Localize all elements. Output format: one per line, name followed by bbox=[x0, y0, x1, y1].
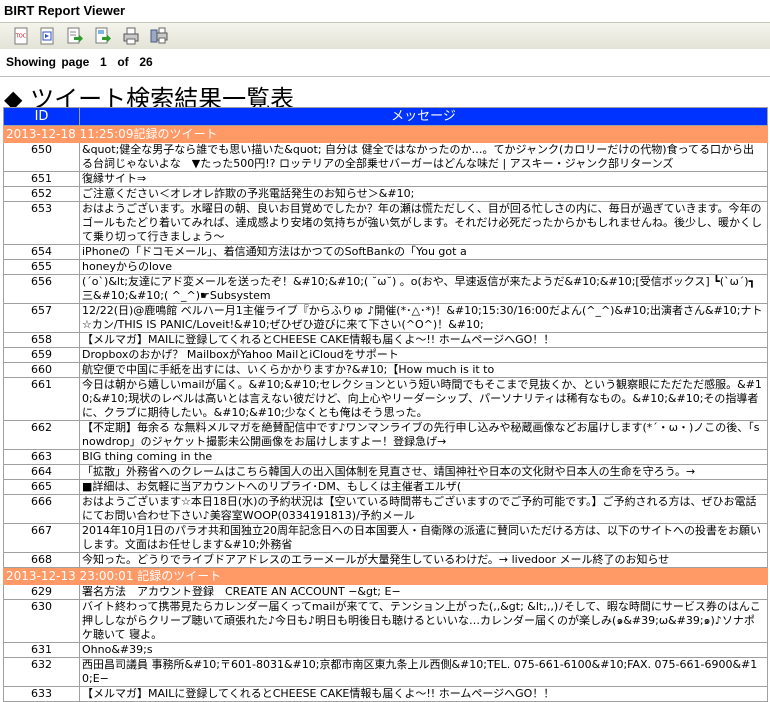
table-row: 660 航空便で中国に手紙を出すには、いくらかかりますか?&#10;【How mu… bbox=[3, 362, 768, 378]
toc-icon[interactable]: TOC bbox=[12, 27, 30, 45]
page-indicator: Showing page 1 of 26 bbox=[6, 55, 153, 69]
row-message: 西田昌司議員 事務所&#10;〒601-8031&#10;京都市南区東九条上ル西… bbox=[79, 657, 768, 687]
group-header-label: 2013-12-13 23:00:01 記録のツイート bbox=[3, 567, 768, 585]
row-id: 630 bbox=[3, 599, 80, 643]
table-row: 668 今知った。どうりでライブドアアドレスのエラーメールが大量発生しているわけだ… bbox=[3, 552, 768, 568]
table-row: 663 BIG thing coming in the bbox=[3, 449, 768, 465]
row-message: おはようございます☆本日18日(水)の予約状況は【空いている時間帯もございますの… bbox=[79, 494, 768, 524]
table-row: 654 iPhoneの「ドコモメール」、着信通知方法はかつてのSoftBankの「… bbox=[3, 244, 768, 260]
table-row: 659 Dropboxのおかげ？ MailboxがYahoo MailとiClou… bbox=[3, 347, 768, 363]
row-id: 661 bbox=[3, 377, 80, 421]
row-message: 今知った。どうりでライブドアアドレスのエラーメールが大量発生しているわけだ。→ … bbox=[79, 552, 768, 568]
table-row: 656 (´o`)&lt;友達にアド変メールを送ったぞ！&#10;&#10;( ˘… bbox=[3, 274, 768, 304]
row-message: 2014年10月1日のパラオ共和国独立20周年記念日への日本国要人・自衛隊の派遣… bbox=[79, 523, 768, 553]
row-message: 「拡散」外務省へのクレームはこちら韓国人の出入国体制を見直させ、靖国神社や日本の… bbox=[79, 464, 768, 480]
table-row: 633 【メルマガ】MAILに登録してくれるとCHEESE CAKE情報も届くよ〜… bbox=[3, 686, 768, 702]
print-icon[interactable] bbox=[122, 27, 140, 45]
table-row: 632 西田昌司議員 事務所&#10;〒601-8031&#10;京都市南区東九条… bbox=[3, 657, 768, 687]
table-row: 652 ご注意ください＜オレオレ詐欺の予兆電話発生のお知らせ＞&#10; bbox=[3, 186, 768, 202]
column-header-id: ID bbox=[3, 107, 80, 126]
table-row: 661 今日は朝から嬉しいmailが届く。&#10;&#10;セレクションという短… bbox=[3, 377, 768, 421]
row-id: 656 bbox=[3, 274, 80, 304]
table-row: 653 おはようございます。水曜日の朝、良いお目覚めでしたか？年の瀬は慌ただしく、… bbox=[3, 201, 768, 245]
row-id: 650 bbox=[3, 142, 80, 172]
group-header-label: 2013-12-18 11:25:09記録のツイート bbox=[3, 125, 768, 143]
table-row: 651 復縁サイト⇒ bbox=[3, 171, 768, 187]
group-header-row: 2013-12-13 23:00:01 記録のツイート bbox=[3, 567, 768, 585]
print-server-icon[interactable] bbox=[150, 27, 168, 45]
row-message: 復縁サイト⇒ bbox=[79, 171, 768, 187]
row-id: 655 bbox=[3, 259, 80, 275]
app-title: BIRT Report Viewer bbox=[4, 3, 126, 18]
row-message: 【メルマガ】MAILに登録してくれるとCHEESE CAKE情報も届くよ〜!! … bbox=[79, 686, 768, 702]
table-header-row: ID メッセージ bbox=[3, 107, 768, 126]
row-message: &quot;健全な男子なら誰でも思い描いた&quot; 自分は 健全ではなかった… bbox=[79, 142, 768, 172]
table-row: 665 ■詳細は、お気軽に当アカウントへのリプライ･DM、もしくは主催者エルザ( bbox=[3, 479, 768, 495]
row-message: 航空便で中国に手紙を出すには、いくらかかりますか?&#10;【How much … bbox=[79, 362, 768, 378]
svg-text:TOC: TOC bbox=[15, 34, 27, 40]
table-row: 666 おはようございます☆本日18日(水)の予約状況は【空いている時間帯もござい… bbox=[3, 494, 768, 524]
row-id: 633 bbox=[3, 686, 80, 702]
row-message: Dropboxのおかげ？ MailboxがYahoo MailとiCloudをサ… bbox=[79, 347, 768, 363]
row-message: honeyからのlove bbox=[79, 259, 768, 275]
page-status-bar: Showing page 1 of 26 bbox=[0, 49, 770, 77]
table-row: 655 honeyからのlove bbox=[3, 259, 768, 275]
table-row: 630 バイト終わって携帯見たらカレンダー届くってmailが来てて、テンション上が… bbox=[3, 599, 768, 643]
row-message: 署名方法 アカウント登録 CREATE AN ACCOUNT −&gt; E− bbox=[79, 584, 768, 600]
table-row: 631 Ohno&#39;s bbox=[3, 642, 768, 658]
row-id: 666 bbox=[3, 494, 80, 524]
row-id: 659 bbox=[3, 347, 80, 363]
row-message: ■詳細は、お気軽に当アカウントへのリプライ･DM、もしくは主催者エルザ( bbox=[79, 479, 768, 495]
row-id: 668 bbox=[3, 552, 80, 568]
row-id: 653 bbox=[3, 201, 80, 245]
row-message: iPhoneの「ドコモメール」、着信通知方法はかつてのSoftBankの「You… bbox=[79, 244, 768, 260]
row-message: 12/22(日)@鹿鳴館 ベルハー月1主催ライブ『からふりゅ ♪開催(*･△･*… bbox=[79, 303, 768, 333]
column-header-message: メッセージ bbox=[79, 107, 768, 126]
row-message: (´o`)&lt;友達にアド変メールを送ったぞ！&#10;&#10;( ˘ω˘)… bbox=[79, 274, 768, 304]
table-row: 664 「拡散」外務省へのクレームはこちら韓国人の出入国体制を見直させ、靖国神社や… bbox=[3, 464, 768, 480]
table-row: 629 署名方法 アカウント登録 CREATE AN ACCOUNT −&gt; … bbox=[3, 584, 768, 600]
row-id: 658 bbox=[3, 332, 80, 348]
row-message: ご注意ください＜オレオレ詐欺の予兆電話発生のお知らせ＞&#10; bbox=[79, 186, 768, 202]
table-row: 658 【メルマガ】MAILに登録してくれるとCHEESE CAKE情報も届くよ〜… bbox=[3, 332, 768, 348]
row-message: バイト終わって携帯見たらカレンダー届くってmailが来てて、テンション上がった(… bbox=[79, 599, 768, 643]
report-content[interactable]: ◆ ツイート検索結果一覧表 ID メッセージ 2013-12-18 11:25:… bbox=[0, 77, 770, 702]
row-id: 654 bbox=[3, 244, 80, 260]
table-row: 657 12/22(日)@鹿鳴館 ベルハー月1主催ライブ『からふりゅ ♪開催(*･… bbox=[3, 303, 768, 333]
export-data-icon[interactable] bbox=[66, 27, 84, 45]
row-id: 652 bbox=[3, 186, 80, 202]
row-id: 660 bbox=[3, 362, 80, 378]
row-message: 【不定期】毎余る な無料メルマガを絶賛配信中です♪ワンマンライブの先行申し込みや… bbox=[79, 420, 768, 450]
toolbar: TOC bbox=[0, 22, 770, 51]
group-header-row: 2013-12-18 11:25:09記録のツイート bbox=[3, 125, 768, 143]
row-id: 632 bbox=[3, 657, 80, 687]
row-id: 664 bbox=[3, 464, 80, 480]
table-row: 650 &quot;健全な男子なら誰でも思い描いた&quot; 自分は 健全ではな… bbox=[3, 142, 768, 172]
export-report-icon[interactable] bbox=[94, 27, 112, 45]
table-row: 662 【不定期】毎余る な無料メルマガを絶賛配信中です♪ワンマンライブの先行申し… bbox=[3, 420, 768, 450]
table-row: 667 2014年10月1日のパラオ共和国独立20周年記念日への日本国要人・自衛隊… bbox=[3, 523, 768, 553]
row-message: 今日は朝から嬉しいmailが届く。&#10;&#10;セレクションという短い時間… bbox=[79, 377, 768, 421]
row-message: Ohno&#39;s bbox=[79, 642, 768, 658]
row-id: 651 bbox=[3, 171, 80, 187]
window-titlebar: BIRT Report Viewer bbox=[0, 0, 770, 22]
row-id: 667 bbox=[3, 523, 80, 553]
row-id: 629 bbox=[3, 584, 80, 600]
row-message: BIG thing coming in the bbox=[79, 449, 768, 465]
row-message: おはようございます。水曜日の朝、良いお目覚めでしたか？年の瀬は慌ただしく、目が回… bbox=[79, 201, 768, 245]
row-id: 663 bbox=[3, 449, 80, 465]
row-id: 657 bbox=[3, 303, 80, 333]
row-id: 665 bbox=[3, 479, 80, 495]
row-id: 631 bbox=[3, 642, 80, 658]
results-table: ID メッセージ 2013-12-18 11:25:09記録のツイート 650 &… bbox=[3, 107, 768, 702]
row-message: 【メルマガ】MAILに登録してくれるとCHEESE CAKE情報も届くよ〜!! … bbox=[79, 332, 768, 348]
run-report-icon[interactable] bbox=[38, 27, 56, 45]
row-id: 662 bbox=[3, 420, 80, 450]
